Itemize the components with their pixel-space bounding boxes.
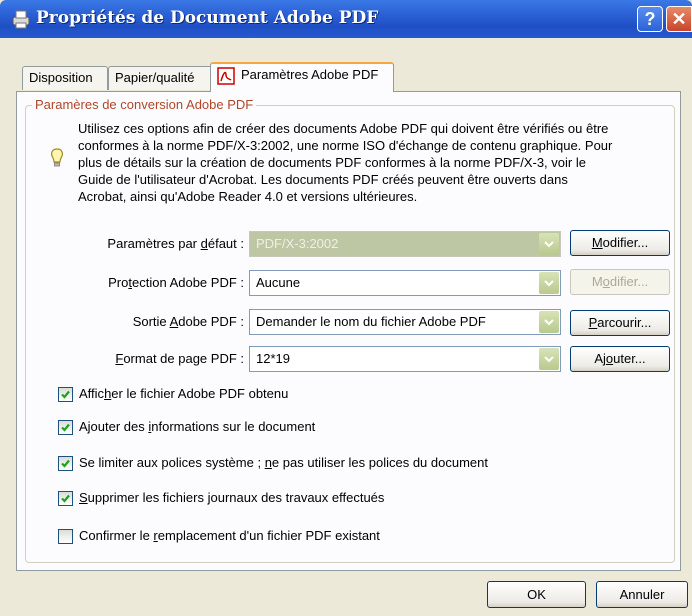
checkmark-icon — [61, 459, 70, 468]
tab-label: Paramètres Adobe PDF — [241, 67, 379, 82]
window-title: Propriétés de Document Adobe PDF — [36, 8, 379, 28]
btn-accesskey: o — [602, 274, 610, 289]
combo-value: Demander le nom du fichier Adobe PDF — [256, 314, 486, 329]
title-bar[interactable]: Propriétés de Document Adobe PDF ? ✕ — [0, 0, 692, 38]
btn-text: arcourir... — [597, 315, 652, 330]
btn-accesskey: P — [588, 315, 598, 330]
label-text: dobe PDF : — [178, 314, 244, 329]
info-line: Guide de l'utilisateur d'Acrobat. Les do… — [78, 172, 568, 187]
label-text: Paramètres par — [107, 236, 201, 251]
info-line: Acrobat, ainsi qu'Adobe Reader 4.0 et ve… — [78, 189, 418, 204]
tab-disposition[interactable]: Disposition — [22, 66, 108, 90]
add-format-button[interactable]: Ajouter... — [570, 346, 670, 372]
delete-logs-checkbox[interactable] — [58, 491, 73, 506]
label-text: Pro — [108, 275, 129, 290]
checkmark-icon — [61, 390, 70, 399]
view-pdf-checkbox[interactable] — [58, 387, 73, 402]
adobe-pdf-icon — [217, 66, 235, 85]
checkbox-label: Supprimer les fichiers journaux des trav… — [79, 490, 385, 505]
ok-button[interactable]: OK — [487, 581, 586, 608]
page-format-select[interactable]: 12*19 — [249, 346, 561, 372]
close-button[interactable]: ✕ — [666, 6, 692, 32]
combo-value: 12*19 — [256, 351, 290, 366]
tab-parametres-adobe-pdf[interactable]: Paramètres Adobe PDF — [210, 62, 394, 92]
output-select[interactable]: Demander le nom du fichier Adobe PDF — [249, 309, 561, 335]
btn-text: Aj — [594, 351, 606, 366]
modify-security-button[interactable]: Modifier... — [570, 269, 670, 295]
chevron-down-icon[interactable] — [539, 272, 559, 294]
checkmark-icon — [61, 494, 70, 503]
chevron-down-icon[interactable] — [539, 233, 559, 255]
properties-dialog: Propriétés de Document Adobe PDF ? ✕ Dis… — [0, 0, 692, 616]
chevron-down-icon[interactable] — [539, 311, 559, 333]
info-text: Utilisez ces options afin de créer des d… — [78, 120, 668, 205]
checkbox-label: Se limiter aux polices système ; ne pas … — [79, 455, 488, 470]
printer-icon — [12, 10, 30, 29]
doc-info-checkbox[interactable] — [58, 420, 73, 435]
default-settings-select[interactable]: PDF/X-3:2002 — [249, 231, 561, 257]
btn-text: odifier... — [602, 235, 649, 250]
security-label: Protection Adobe PDF : — [108, 275, 244, 290]
checkbox-label: Afficher le fichier Adobe PDF obtenu — [79, 386, 289, 401]
label-accesskey: A — [169, 314, 179, 329]
label-text: ection Adobe PDF : — [131, 275, 244, 290]
btn-text: difier... — [609, 274, 649, 289]
info-line: plus de détails sur la création de docum… — [78, 155, 586, 170]
tab-label: Disposition — [29, 70, 93, 85]
security-select[interactable]: Aucune — [249, 270, 561, 296]
checkbox-label: Confirmer le remplacement d'un fichier P… — [79, 528, 380, 543]
tab-label: Papier/qualité — [115, 70, 195, 85]
checkbox-label: Ajouter des informations sur le document — [79, 419, 316, 434]
chevron-down-icon[interactable] — [539, 348, 559, 370]
btn-accesskey: M — [591, 235, 603, 250]
info-line: Utilisez ces options afin de créer des d… — [78, 121, 609, 136]
label-accesskey: d — [200, 236, 208, 251]
default-settings-label: Paramètres par défaut : — [107, 236, 244, 251]
btn-text: M — [591, 274, 603, 289]
label-text: ormat de page PDF : — [123, 351, 244, 366]
btn-text: uter... — [613, 351, 646, 366]
browse-button[interactable]: Parcourir... — [570, 310, 670, 336]
cancel-button[interactable]: Annuler — [596, 581, 688, 608]
help-button[interactable]: ? — [637, 6, 663, 32]
combo-value: Aucune — [256, 275, 301, 290]
system-fonts-checkbox[interactable] — [58, 456, 73, 471]
label-text: éfaut : — [207, 236, 244, 251]
checkmark-icon — [61, 423, 70, 432]
page-format-label: Format de page PDF : — [115, 351, 244, 366]
tab-papier-qualite[interactable]: Papier/qualité — [108, 66, 212, 90]
modify-settings-button[interactable]: Modifier... — [570, 230, 670, 256]
label-text: Sortie — [132, 314, 170, 329]
lightbulb-icon — [51, 148, 63, 167]
info-line: conformes à la norme PDF/X-3:2002, une n… — [78, 138, 613, 153]
combo-value: PDF/X-3:2002 — [256, 236, 339, 251]
group-legend: Paramères de conversion Adobe PDF — [32, 97, 257, 112]
confirm-replace-checkbox[interactable] — [58, 529, 73, 544]
output-label: Sortie Adobe PDF : — [133, 314, 244, 329]
